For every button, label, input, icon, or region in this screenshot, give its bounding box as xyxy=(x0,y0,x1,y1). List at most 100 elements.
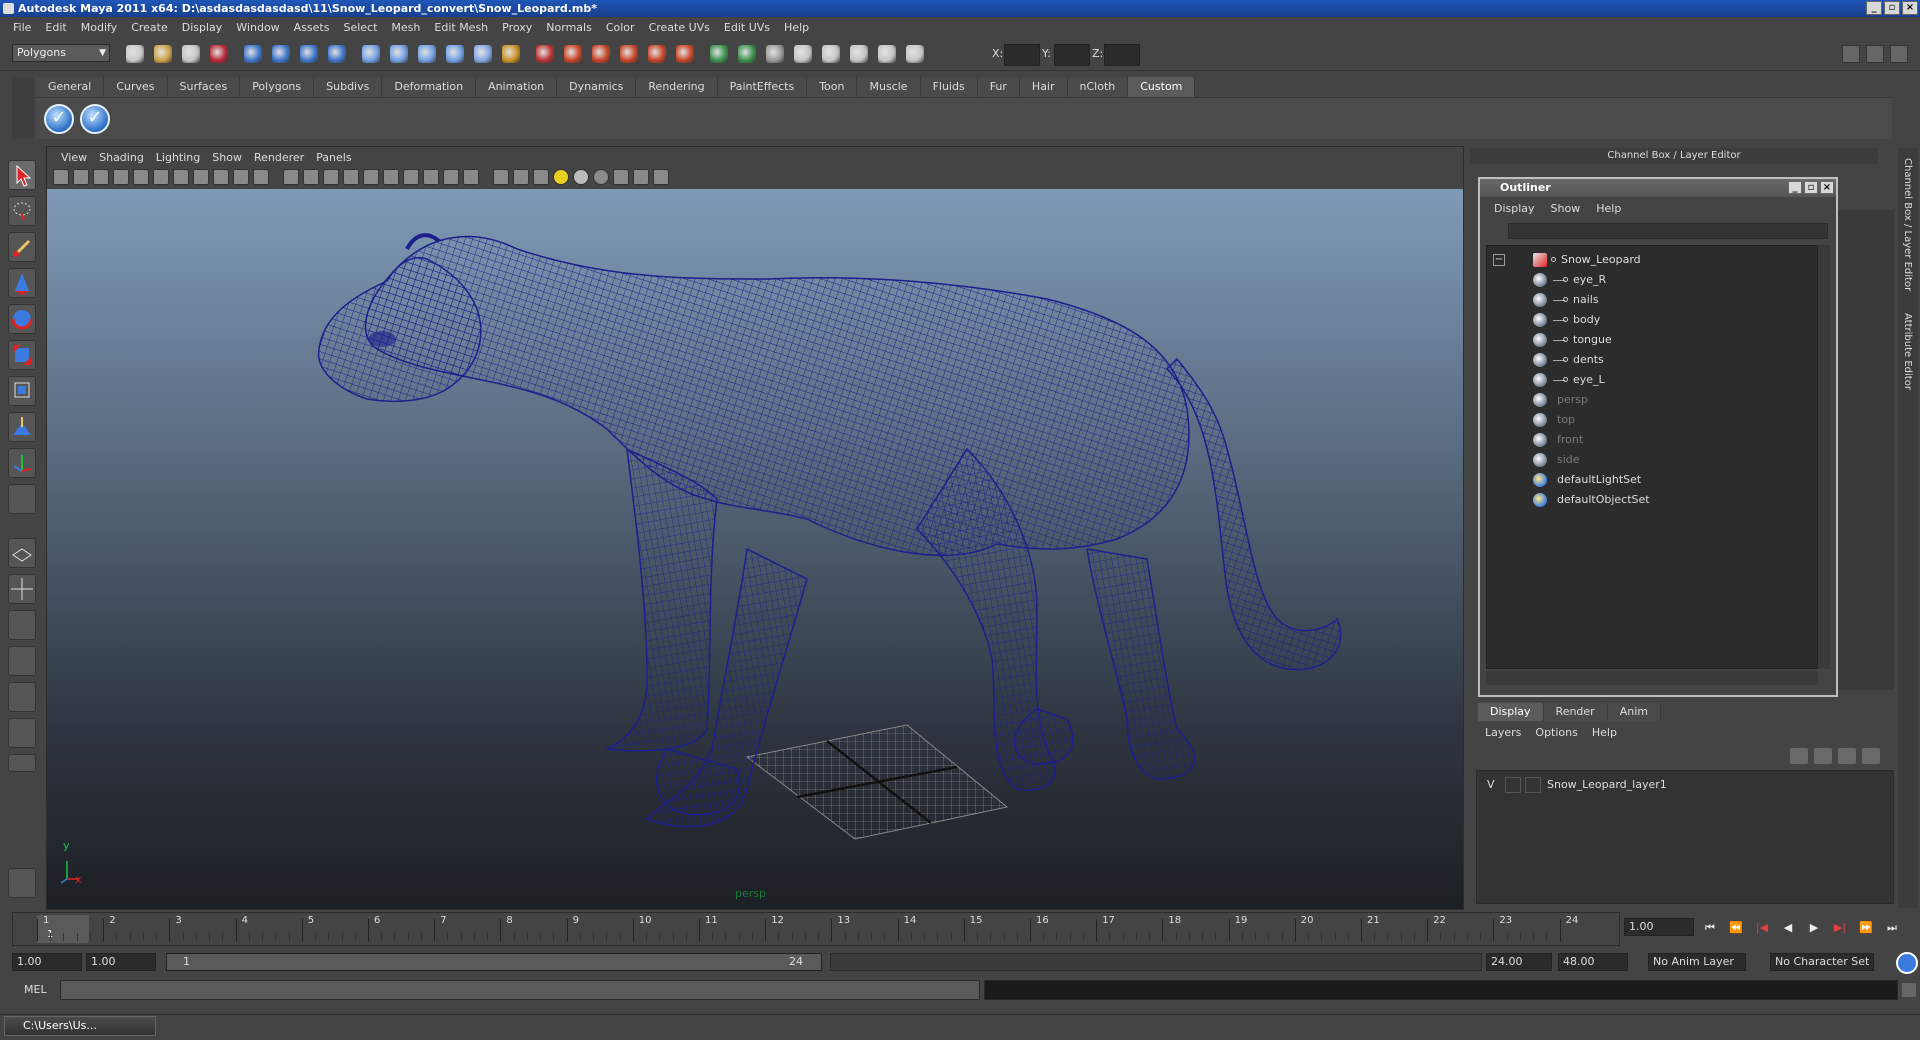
wireframe-icon[interactable] xyxy=(283,169,299,185)
layer-tab-render[interactable]: Render xyxy=(1543,703,1608,721)
menu-modify[interactable]: Modify xyxy=(74,21,124,34)
xray-joints-icon[interactable] xyxy=(463,169,479,185)
menu-color[interactable]: Color xyxy=(599,21,642,34)
outliner-menu-show[interactable]: Show xyxy=(1543,202,1589,215)
outliner-persp-layout-icon[interactable] xyxy=(8,610,36,640)
menu-edit-uvs[interactable]: Edit UVs xyxy=(717,21,777,34)
close-button[interactable]: × xyxy=(1902,1,1918,15)
xray-icon[interactable] xyxy=(443,169,459,185)
last-tool-used-icon[interactable] xyxy=(8,484,36,514)
channel-box-side-tab[interactable]: Channel Box / Layer Editor xyxy=(1902,158,1913,291)
current-frame-field[interactable]: 1.00 xyxy=(1624,918,1694,936)
channel-box-toggle-icon[interactable] xyxy=(1866,45,1884,63)
menu-normals[interactable]: Normals xyxy=(539,21,599,34)
shadows-icon[interactable] xyxy=(573,169,589,185)
layer-up-icon[interactable] xyxy=(1838,748,1856,764)
playback-start-field[interactable]: 1.00 xyxy=(86,953,156,971)
tool-settings-toggle-icon[interactable] xyxy=(1890,45,1908,63)
snap-together-icon[interactable] xyxy=(906,45,924,63)
ipr-render-icon[interactable] xyxy=(592,45,610,63)
paint-select-tool-icon[interactable] xyxy=(8,232,36,262)
end-time-field[interactable]: 48.00 xyxy=(1558,953,1628,971)
maximize-button[interactable]: ▫ xyxy=(1884,1,1900,15)
play-backwards-icon[interactable]: ◀ xyxy=(1778,919,1798,937)
script-editor-icon[interactable] xyxy=(8,868,36,898)
image-plane-icon[interactable] xyxy=(113,169,129,185)
bounding-box-icon[interactable] xyxy=(363,169,379,185)
texture-icon[interactable] xyxy=(593,169,609,185)
lock-selection-icon[interactable] xyxy=(502,45,520,63)
playback-end-field[interactable]: 24.00 xyxy=(1486,953,1552,971)
shelf-tab-fluids[interactable]: Fluids xyxy=(920,77,978,97)
step-back-frame-icon[interactable]: |◀ xyxy=(1752,919,1772,937)
outliner-item-body[interactable]: body xyxy=(1487,310,1817,330)
new-layer-selected-icon[interactable] xyxy=(1814,748,1832,764)
outliner-item-eye-r[interactable]: eye_R xyxy=(1487,270,1817,290)
gate-mask-icon[interactable] xyxy=(193,169,209,185)
xray-components-icon[interactable] xyxy=(493,169,509,185)
step-back-key-icon[interactable]: ⏪ xyxy=(1726,919,1746,937)
outliner-filter-input[interactable] xyxy=(1508,223,1828,239)
resolution-gate-icon[interactable] xyxy=(173,169,189,185)
four-pane-layout-icon[interactable] xyxy=(8,574,36,604)
lasso-tool-icon[interactable] xyxy=(8,196,36,226)
menu-display[interactable]: Display xyxy=(175,21,230,34)
taskbar-minimized-window[interactable]: C:\Users\Us... xyxy=(4,1016,156,1036)
toggle-ui-icon[interactable] xyxy=(878,45,896,63)
shelf-tab-dynamics[interactable]: Dynamics xyxy=(557,77,637,97)
new-layer-icon[interactable] xyxy=(1790,748,1808,764)
shelf-tab-painteffects[interactable]: PaintEffects xyxy=(717,77,808,97)
menu-edit-mesh[interactable]: Edit Mesh xyxy=(427,21,495,34)
layer-color-swatch[interactable] xyxy=(1525,777,1541,793)
menu-create[interactable]: Create xyxy=(124,21,175,34)
layer-name[interactable]: Snow_Leopard_layer1 xyxy=(1547,778,1667,791)
character-set-dropdown[interactable]: No Character Set xyxy=(1770,953,1874,971)
outliner-item-defaultobjectset[interactable]: defaultObjectSet xyxy=(1487,490,1817,510)
layer-down-icon[interactable] xyxy=(1862,748,1880,764)
outliner-item-snow-leopard[interactable]: − Snow_Leopard xyxy=(1487,250,1817,270)
menu-file[interactable]: File xyxy=(6,21,38,34)
default-light-icon[interactable] xyxy=(533,169,549,185)
go-to-end-icon[interactable]: ⏭ xyxy=(1882,919,1902,937)
layer-menu-help[interactable]: Help xyxy=(1585,726,1624,739)
y-coord-input[interactable] xyxy=(1054,44,1090,66)
attribute-editor-side-tab[interactable]: Attribute Editor xyxy=(1902,313,1913,390)
move-tool-icon[interactable] xyxy=(8,268,36,298)
outliner-close-button[interactable]: × xyxy=(1820,181,1834,194)
shelf-tab-subdivs[interactable]: Subdivs xyxy=(314,77,383,97)
single-pane-layout-icon[interactable] xyxy=(8,538,36,568)
frame-all-icon[interactable] xyxy=(613,169,629,185)
outliner-item-front[interactable]: front xyxy=(1487,430,1817,450)
soft-mod-tool-icon[interactable] xyxy=(8,412,36,442)
minimize-button[interactable]: _ xyxy=(1866,1,1882,15)
use-default-material-icon[interactable] xyxy=(383,169,399,185)
custom-shelf-checkmark-icon[interactable]: ✓ xyxy=(44,104,74,134)
outliner-title-bar[interactable]: Outliner _ ▫ × xyxy=(1480,179,1836,197)
render-current-frame-icon[interactable] xyxy=(564,45,582,63)
open-scene-icon[interactable] xyxy=(154,45,172,63)
highlight-selection-icon[interactable] xyxy=(536,45,554,63)
shelf-tab-toon[interactable]: Toon xyxy=(807,77,858,97)
graph-persp-layout-icon[interactable] xyxy=(8,646,36,676)
hypershade-persp-layout-icon[interactable] xyxy=(8,682,36,712)
outliner-item-persp[interactable]: persp xyxy=(1487,390,1817,410)
scale-tool-icon[interactable] xyxy=(8,340,36,370)
layer-menu-options[interactable]: Options xyxy=(1528,726,1584,739)
show-hide-panel-icon[interactable] xyxy=(1842,45,1860,63)
outliner-menu-help[interactable]: Help xyxy=(1588,202,1629,215)
layer-display-type-toggle[interactable] xyxy=(1505,777,1521,793)
layer-tab-display[interactable]: Display xyxy=(1478,703,1544,721)
bookmark-icon[interactable] xyxy=(93,169,109,185)
render-view-icon[interactable] xyxy=(676,45,694,63)
viewport-menu-panels[interactable]: Panels xyxy=(310,151,357,164)
shelf-tab-general[interactable]: General xyxy=(36,77,105,97)
persp-graph-outliner-layout-icon[interactable] xyxy=(8,718,36,748)
history-icon[interactable] xyxy=(446,45,464,63)
shelf-tab-animation[interactable]: Animation xyxy=(476,77,558,97)
step-forward-frame-icon[interactable]: ▶| xyxy=(1830,919,1850,937)
shelf-tab-rendering[interactable]: Rendering xyxy=(636,77,718,97)
shelf-tab-curves[interactable]: Curves xyxy=(104,77,168,97)
select-by-hierarchy-icon[interactable] xyxy=(210,45,228,63)
viewport-menu-renderer[interactable]: Renderer xyxy=(248,151,310,164)
snap-to-point-icon[interactable] xyxy=(362,45,380,63)
